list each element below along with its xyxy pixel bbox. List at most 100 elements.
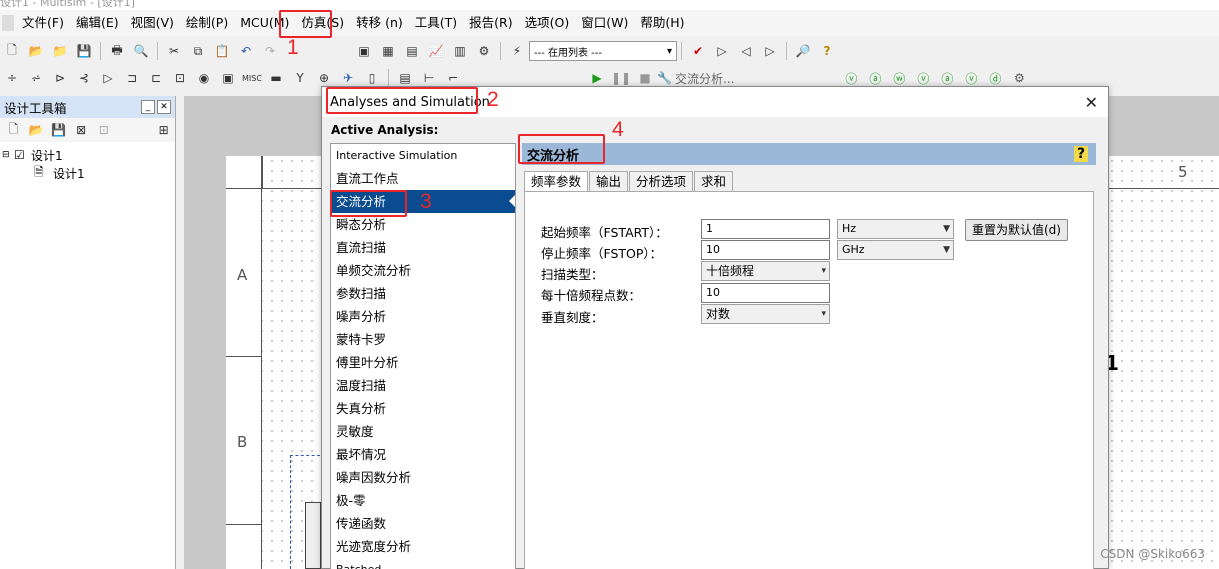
mcu-component-icon[interactable]: ✈ (338, 68, 358, 88)
components-icon[interactable]: ⚡ (507, 41, 527, 61)
analysis-item-sensitivity[interactable]: 灵敏度 (331, 420, 515, 443)
bus-icon[interactable]: ⊢ (419, 68, 439, 88)
tab-summary[interactable]: 求和 (694, 171, 734, 191)
rename-icon[interactable]: ⊡ (95, 120, 114, 140)
tree-item-child[interactable]: 🗎 设计1 (2, 164, 173, 182)
probe-voltage-icon[interactable]: ⓥ (841, 68, 861, 88)
run-icon[interactable]: ▶ (587, 68, 607, 88)
erc-icon[interactable]: ✔ (688, 41, 708, 61)
analysis-item-single-freq-ac[interactable]: 单频交流分析 (331, 259, 515, 282)
resistor-icon[interactable]: ⩫ (26, 68, 46, 88)
ttl-icon[interactable]: ⊐ (122, 68, 142, 88)
grapher-icon[interactable]: 📈 (426, 41, 446, 61)
menu-edit[interactable]: 编辑(E) (70, 12, 125, 34)
open-sample-icon[interactable]: 📁 (50, 41, 70, 61)
analysis-item-monte-carlo[interactable]: 蒙特卡罗 (331, 328, 515, 351)
tab-frequency-params[interactable]: 频率参数 (524, 171, 589, 192)
vertical-scale-select[interactable]: 对数 ▾ (701, 304, 830, 324)
power-icon[interactable]: ▣ (218, 68, 238, 88)
new-file-icon[interactable]: 🗋 (2, 41, 22, 61)
analysis-item-dc-sweep[interactable]: 直流扫描 (331, 236, 515, 259)
analysis-item-worst-case[interactable]: 最坏情况 (331, 443, 515, 466)
print-preview-icon[interactable]: 🔍 (131, 41, 151, 61)
spreadsheet-icon[interactable]: ▤ (402, 41, 422, 61)
menu-window[interactable]: 窗口(W) (575, 12, 634, 34)
undo-icon[interactable]: ↶ (236, 41, 256, 61)
analysis-item-transfer-function[interactable]: 传递函数 (331, 512, 515, 535)
analysis-item-interactive[interactable]: Interactive Simulation (331, 144, 515, 167)
menu-file[interactable]: 文件(F) (16, 12, 70, 34)
help-question-icon[interactable]: ? (817, 41, 837, 61)
tab-analysis-options[interactable]: 分析选项 (629, 171, 694, 191)
close-icon[interactable]: ✕ (1085, 93, 1098, 112)
menu-tools[interactable]: 工具(T) (409, 12, 463, 34)
menu-options[interactable]: 选项(O) (519, 12, 576, 34)
fstart-input[interactable]: 1 (701, 219, 830, 239)
component-wizard-icon[interactable]: ⚙ (474, 41, 494, 61)
copy-icon[interactable]: ⧉ (188, 41, 208, 61)
probe-settings-icon[interactable]: ⚙ (1009, 68, 1029, 88)
close-file-icon[interactable]: ⊠ (72, 120, 91, 140)
analysis-item-noise-figure[interactable]: 噪声因数分析 (331, 466, 515, 489)
monitor-icon[interactable]: ▬ (266, 68, 286, 88)
hierarchical-block-icon[interactable]: ▤ (395, 68, 415, 88)
save-icon[interactable]: 💾 (74, 41, 94, 61)
analysis-item-batched[interactable]: Batched (331, 558, 515, 569)
grid-icon[interactable]: ▦ (378, 41, 398, 61)
probe-reference-icon[interactable]: ⓥ (961, 68, 981, 88)
connector-icon[interactable]: ▯ (362, 68, 382, 88)
checkbox-icon[interactable]: ☑ (14, 148, 28, 162)
active-analysis-label[interactable]: 🔧 交流分析... (657, 70, 734, 87)
component-block[interactable] (305, 502, 321, 569)
open-folder-icon[interactable]: 📂 (27, 120, 46, 140)
analysis-item-dc-op[interactable]: 直流工作点 (331, 167, 515, 190)
back-annotate-icon[interactable]: ▷ (712, 41, 732, 61)
probe-power-icon[interactable]: ⓦ (889, 68, 909, 88)
paste-icon[interactable]: 📋 (212, 41, 232, 61)
forward-annotate-icon[interactable]: ◁ (736, 41, 756, 61)
open-folder-icon[interactable]: 📂 (26, 41, 46, 61)
pause-icon[interactable]: ❚❚ (611, 68, 631, 88)
expand-icon[interactable]: ⊟ (2, 150, 14, 160)
diode-icon[interactable]: ⊳ (50, 68, 70, 88)
fstop-unit-select[interactable]: GHz ▼ (837, 240, 954, 260)
reset-default-button[interactable]: 重置为默认值(d) (965, 219, 1068, 241)
minimize-icon[interactable]: _ (141, 100, 155, 114)
project-icon[interactable]: ⊞ (154, 120, 173, 140)
tab-output[interactable]: 输出 (589, 171, 629, 191)
points-per-decade-input[interactable]: 10 (701, 283, 830, 303)
probe-differential-icon[interactable]: ⓥ (913, 68, 933, 88)
analysis-item-trace-width[interactable]: 光迹宽度分析 (331, 535, 515, 558)
wire-icon[interactable]: ⌐ (443, 68, 463, 88)
indicator-icon[interactable]: ◉ (194, 68, 214, 88)
analysis-item-fourier[interactable]: 傅里叶分析 (331, 351, 515, 374)
new-file-icon[interactable]: 🗋 (4, 120, 23, 140)
electromech-icon[interactable]: ⊕ (314, 68, 334, 88)
help-icon[interactable]: ? (1074, 146, 1088, 162)
analysis-item-distortion[interactable]: 失真分析 (331, 397, 515, 420)
transistor-icon[interactable]: ⊰ (74, 68, 94, 88)
opamp-icon[interactable]: ▷ (98, 68, 118, 88)
print-icon[interactable]: 🖶 (107, 41, 127, 61)
database-icon[interactable]: ▥ (450, 41, 470, 61)
zoom-icon[interactable]: 🔎 (793, 41, 813, 61)
redo-icon[interactable]: ↷ (260, 41, 280, 61)
mixed-icon[interactable]: ⊡ (170, 68, 190, 88)
misc-icon[interactable]: MISC (242, 68, 262, 88)
menu-help[interactable]: 帮助(H) (634, 12, 690, 34)
antenna-icon[interactable]: Y (290, 68, 310, 88)
menu-transfer[interactable]: 转移 (n) (350, 12, 409, 34)
fstart-unit-select[interactable]: Hz ▼ (837, 219, 954, 239)
close-icon[interactable]: ✕ (157, 100, 171, 114)
source-icon[interactable]: ÷ (2, 68, 22, 88)
transfer-icon[interactable]: ▷ (760, 41, 780, 61)
menu-place[interactable]: 绘制(P) (180, 12, 234, 34)
in-use-list-select[interactable]: --- 在用列表 --- ▾ (529, 41, 677, 61)
cmos-icon[interactable]: ⊏ (146, 68, 166, 88)
save-icon[interactable]: 💾 (49, 120, 68, 140)
analysis-item-noise[interactable]: 噪声分析 (331, 305, 515, 328)
probe-vi-icon[interactable]: ⓐ (937, 68, 957, 88)
analysis-item-pole-zero[interactable]: 极-零 (331, 489, 515, 512)
tree-item-root[interactable]: ⊟ ☑ 设计1 (2, 146, 173, 164)
analysis-item-temp-sweep[interactable]: 温度扫描 (331, 374, 515, 397)
